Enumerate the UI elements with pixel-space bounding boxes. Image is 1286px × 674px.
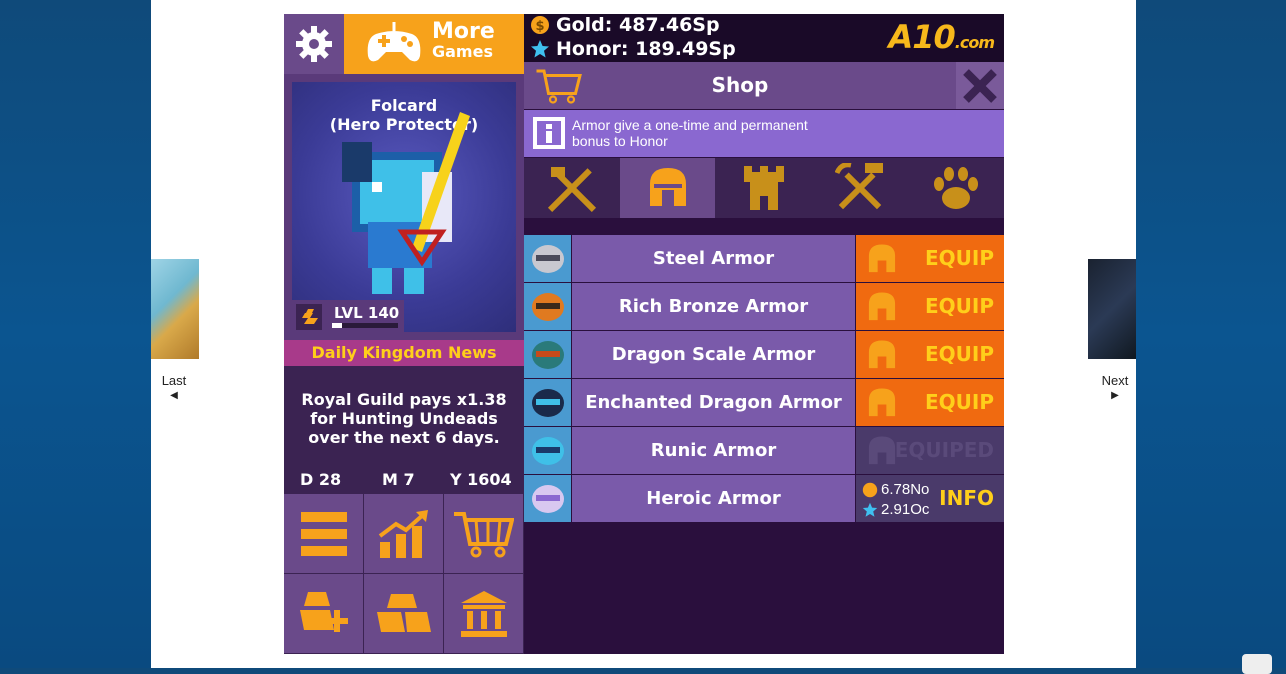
- helmet-icon: [868, 244, 896, 273]
- level-badge: LVL 140: [292, 300, 404, 332]
- gold-coin-icon: [862, 482, 878, 497]
- svg-text:$: $: [535, 19, 544, 34]
- dragon-scale-armor-icon: [524, 331, 571, 378]
- steel-armor-icon: [524, 235, 571, 282]
- item-name: Runic Armor: [572, 427, 855, 474]
- close-button[interactable]: [956, 62, 1004, 109]
- gold-counter: $ Gold: 487.46Sp: [530, 14, 720, 36]
- close-icon: [963, 68, 997, 103]
- info-label: INFO: [939, 486, 994, 510]
- equip-button[interactable]: EQUIP: [856, 235, 1004, 282]
- tab-pets[interactable]: [908, 158, 1003, 218]
- chart-up-icon: [378, 509, 428, 558]
- next-label[interactable]: Next: [1095, 373, 1135, 388]
- hero-card[interactable]: Folcard (Hero Protector) LVL 140: [284, 74, 524, 340]
- item-name: Heroic Armor: [572, 475, 855, 522]
- honor-star-icon: [862, 502, 878, 517]
- tools-icon: [834, 163, 883, 210]
- a10-logo[interactable]: A10.com: [888, 18, 995, 56]
- shop-info-banner: Armor give a one-time and permanent bonu…: [524, 110, 1004, 157]
- more-games-button[interactable]: More Games: [344, 14, 524, 74]
- helmet-icon: [868, 388, 896, 417]
- gold-plus-icon: [299, 591, 348, 632]
- next-game-thumbnail[interactable]: [1088, 259, 1136, 359]
- helmet-icon: [868, 340, 896, 369]
- price-info-button[interactable]: 6.78No 2.91Oc INFO: [856, 475, 1004, 522]
- tab-castle[interactable]: [716, 158, 811, 218]
- item-name: Dragon Scale Armor: [572, 331, 855, 378]
- equip-button[interactable]: EQUIP: [856, 283, 1004, 330]
- shop-tabs: [524, 158, 1004, 218]
- gold-bars-icon: [296, 304, 322, 330]
- settings-button[interactable]: [284, 14, 344, 74]
- bank-icon: [460, 590, 507, 637]
- menu-icon: [300, 511, 347, 556]
- menu-button[interactable]: [284, 494, 363, 573]
- honor-price: 2.91Oc: [862, 501, 929, 518]
- news-panel: Royal Guild pays x1.38 for Hunting Undea…: [284, 366, 524, 494]
- news-day: D 28: [300, 470, 342, 489]
- news-text: Royal Guild pays x1.38 for Hunting Undea…: [301, 390, 507, 447]
- list-item[interactable]: Runic Armor EQUIPED: [524, 427, 1004, 474]
- last-label[interactable]: Last: [154, 373, 194, 388]
- hero-sprite: [342, 112, 470, 294]
- gold-price: 6.78No: [862, 481, 929, 498]
- tab-weapons[interactable]: [524, 158, 619, 218]
- helmet-icon: [868, 292, 896, 321]
- gold-coin-icon: $: [531, 16, 549, 34]
- scroll-corner-button[interactable]: [1242, 654, 1272, 674]
- news-year: Y 1604: [450, 470, 512, 489]
- honor-counter: Honor: 189.49Sp: [530, 38, 736, 60]
- right-arrow-icon[interactable]: ▶: [1095, 390, 1135, 401]
- shop-panel: $ Gold: 487.46Sp Honor: 189.49Sp A10.com…: [524, 14, 1004, 654]
- helmet-icon: [649, 168, 686, 206]
- tab-tools[interactable]: [812, 158, 907, 218]
- crossed-weapons-icon: [547, 167, 596, 213]
- list-item[interactable]: Dragon Scale Armor EQUIP: [524, 331, 1004, 378]
- equip-button[interactable]: EQUIP: [856, 379, 1004, 426]
- game-canvas: More Games Folcard (Hero Protector) LVL …: [284, 14, 1004, 654]
- shop-header: Shop: [524, 62, 956, 109]
- paw-icon: [933, 167, 978, 209]
- gold-stack-button[interactable]: [364, 574, 443, 653]
- gamepad-icon: [367, 22, 421, 62]
- left-panel: More Games Folcard (Hero Protector) LVL …: [284, 14, 524, 654]
- item-name: Enchanted Dragon Armor: [572, 379, 855, 426]
- honor-star-icon: [531, 40, 549, 58]
- level-label: LVL 140: [334, 304, 400, 322]
- last-game-thumbnail[interactable]: [151, 259, 199, 359]
- gold-stack-icon: [376, 593, 431, 632]
- heroic-armor-icon: [524, 475, 571, 522]
- list-item[interactable]: Heroic Armor 6.78No 2.91Oc INFO: [524, 475, 1004, 522]
- helmet-icon: [868, 436, 896, 465]
- tab-armor[interactable]: [620, 158, 715, 218]
- gear-icon: [296, 26, 332, 62]
- info-text: Armor give a one-time and permanent bonu…: [572, 117, 808, 149]
- item-name: Rich Bronze Armor: [572, 283, 855, 330]
- list-item[interactable]: Steel Armor EQUIP: [524, 235, 1004, 282]
- more-games-label: More Games: [432, 19, 495, 62]
- list-item[interactable]: Enchanted Dragon Armor EQUIP: [524, 379, 1004, 426]
- cart-icon: [453, 511, 514, 557]
- news-month: M 7: [382, 470, 415, 489]
- add-gold-button[interactable]: [284, 574, 363, 653]
- equipped-indicator: EQUIPED: [856, 427, 1004, 474]
- runic-armor-icon: [524, 427, 571, 474]
- level-progress-bar: [332, 323, 398, 328]
- enchanted-dragon-armor-icon: [524, 379, 571, 426]
- info-icon: [533, 117, 565, 149]
- hero-portrait: Folcard (Hero Protector): [292, 82, 516, 332]
- list-item[interactable]: Rich Bronze Armor EQUIP: [524, 283, 1004, 330]
- rich-bronze-armor-icon: [524, 283, 571, 330]
- shop-title: Shop: [711, 73, 769, 97]
- bank-button[interactable]: [444, 574, 523, 653]
- resources-bar: $ Gold: 487.46Sp Honor: 189.49Sp A10.com: [524, 14, 1004, 62]
- item-name: Steel Armor: [572, 235, 855, 282]
- castle-icon: [743, 166, 784, 210]
- left-arrow-icon[interactable]: ◀: [154, 390, 194, 401]
- stats-button[interactable]: [364, 494, 443, 573]
- shop-button[interactable]: [444, 494, 523, 573]
- equip-button[interactable]: EQUIP: [856, 331, 1004, 378]
- news-title: Daily Kingdom News: [284, 340, 524, 366]
